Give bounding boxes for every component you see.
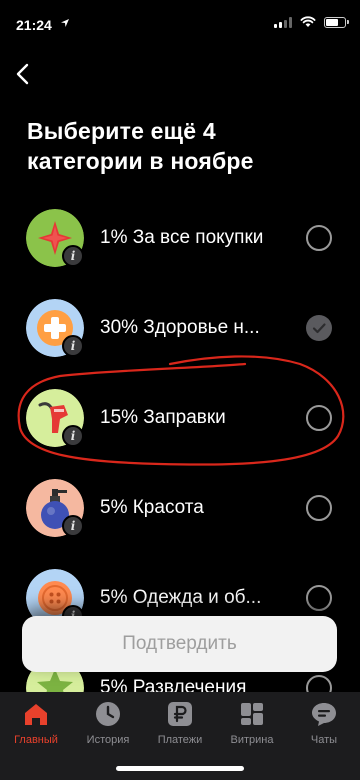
home-icon bbox=[25, 704, 47, 725]
confirm-button[interactable]: Подтвердить bbox=[22, 616, 337, 672]
info-icon[interactable]: i bbox=[62, 245, 84, 267]
category-radio[interactable] bbox=[306, 405, 332, 431]
clock-icon bbox=[96, 702, 120, 726]
category-radio[interactable] bbox=[306, 585, 332, 611]
tab-label: Главный bbox=[14, 734, 58, 746]
info-icon[interactable]: i bbox=[62, 335, 84, 357]
tab-label: Платежи bbox=[157, 734, 203, 746]
status-time: 21:24 bbox=[16, 17, 52, 33]
category-label: 5% Одежда и об... bbox=[100, 587, 262, 608]
tab-label: Витрина bbox=[230, 734, 274, 746]
tab-chats[interactable]: Чаты bbox=[288, 692, 360, 752]
category-icon-wrap: i bbox=[26, 209, 84, 267]
tab-label: Чаты bbox=[310, 734, 338, 746]
back-button[interactable] bbox=[10, 60, 38, 88]
info-icon[interactable]: i bbox=[62, 425, 84, 447]
page-title: Выберите ещё 4 категории в ноябре bbox=[27, 118, 254, 174]
info-icon[interactable]: i bbox=[62, 515, 84, 537]
battery-icon bbox=[324, 16, 349, 28]
location-arrow-icon bbox=[61, 19, 69, 27]
category-item[interactable]: i 1% За все покупки bbox=[0, 200, 360, 290]
tab-label: История bbox=[86, 734, 130, 746]
chat-icon bbox=[312, 703, 336, 726]
category-radio[interactable] bbox=[306, 495, 332, 521]
category-icon-wrap: i bbox=[26, 389, 84, 447]
category-icon-wrap: i bbox=[26, 299, 84, 357]
status-bar: 21:24 bbox=[0, 0, 360, 50]
category-item[interactable]: i 15% Заправки bbox=[0, 380, 360, 470]
grid-icon bbox=[241, 703, 263, 725]
category-label: 5% Красота bbox=[100, 497, 204, 518]
category-radio[interactable] bbox=[306, 225, 332, 251]
status-icons bbox=[274, 16, 349, 28]
home-indicator[interactable] bbox=[116, 766, 244, 771]
ruble-icon bbox=[168, 702, 192, 726]
signal-icon bbox=[274, 16, 292, 28]
checkmark-icon bbox=[312, 323, 326, 334]
category-item[interactable]: i 5% Красота bbox=[0, 470, 360, 560]
tab-home[interactable]: Главный bbox=[0, 692, 72, 752]
category-item[interactable]: i 30% Здоровье н... bbox=[0, 290, 360, 380]
tab-showcase[interactable]: Витрина bbox=[216, 692, 288, 752]
category-label: 15% Заправки bbox=[100, 407, 226, 428]
category-label: 30% Здоровье н... bbox=[100, 317, 260, 338]
tab-payments[interactable]: Платежи bbox=[144, 692, 216, 752]
category-radio-checked[interactable] bbox=[306, 315, 332, 341]
wifi-icon bbox=[300, 16, 316, 27]
category-label: 1% За все покупки bbox=[100, 227, 264, 248]
tab-history[interactable]: История bbox=[72, 692, 144, 752]
category-icon-wrap: i bbox=[26, 479, 84, 537]
